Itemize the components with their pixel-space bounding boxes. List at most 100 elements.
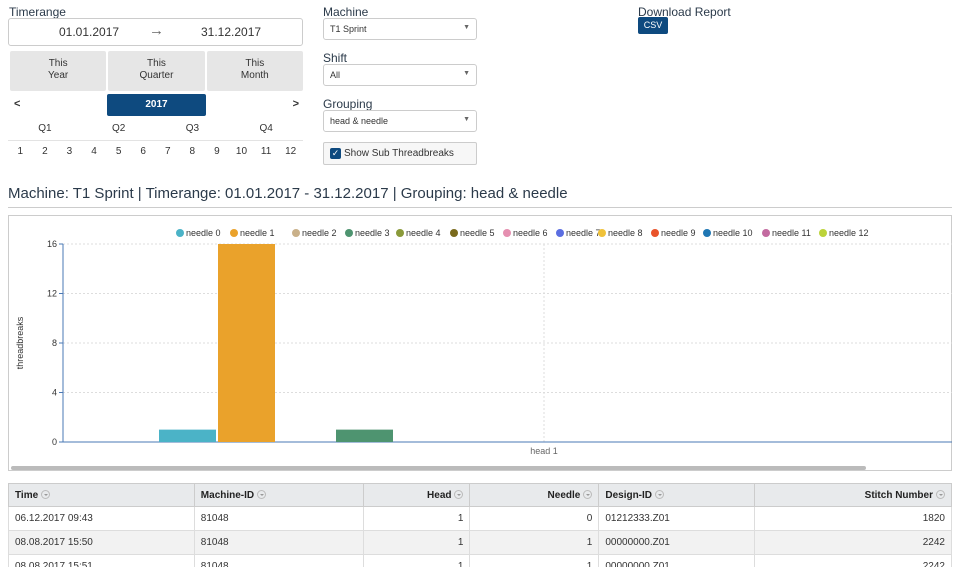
column-header-design-id[interactable]: Design-ID xyxy=(598,483,756,507)
month-1[interactable]: 1 xyxy=(8,142,33,162)
month-9[interactable]: 9 xyxy=(205,142,230,162)
table-row[interactable]: 06.12.2017 09:43 81048 1 0 01212333.Z01 … xyxy=(8,506,952,531)
bar-needle-1 xyxy=(218,244,275,442)
month-5[interactable]: 5 xyxy=(106,142,131,162)
column-header-stitch-number[interactable]: Stitch Number xyxy=(754,483,952,507)
month-7[interactable]: 7 xyxy=(155,142,180,162)
column-header-label: Head xyxy=(427,489,452,501)
cell-stitch-number: 2242 xyxy=(754,554,952,567)
button-label: This xyxy=(147,58,166,69)
machine-select[interactable]: T1 Sprint ▼ xyxy=(323,18,477,40)
quarter-q4[interactable]: Q4 xyxy=(229,119,303,139)
this-month-button[interactable]: This Month xyxy=(206,51,303,91)
shift-label: Shift xyxy=(323,51,348,65)
column-header-label: Time xyxy=(15,489,39,501)
table-header-row: Time Machine-ID Head Needle Design-ID St… xyxy=(8,483,952,507)
sort-icon[interactable] xyxy=(583,490,593,500)
quarter-q1[interactable]: Q1 xyxy=(8,119,82,139)
caret-down-icon: ▼ xyxy=(463,116,470,123)
show-sub-threadbreaks-toggle[interactable]: ✓ Show Sub Threadbreaks xyxy=(323,142,477,165)
table-row[interactable]: 08.08.2017 15:51 81048 1 1 00000000.Z01 … xyxy=(8,554,952,567)
column-header-machine-id[interactable]: Machine-ID xyxy=(193,483,364,507)
legend-label: needle 2 xyxy=(302,228,337,238)
legend-label: needle 10 xyxy=(713,228,753,238)
button-label: Quarter xyxy=(139,70,174,81)
cell-design-id: 00000000.Z01 xyxy=(598,530,756,555)
month-6[interactable]: 6 xyxy=(131,142,156,162)
legend-label: needle 4 xyxy=(406,228,441,238)
column-header-needle[interactable]: Needle xyxy=(469,483,600,507)
csv-download-button[interactable]: CSV xyxy=(638,17,668,34)
shift-value: All xyxy=(330,70,341,80)
this-year-button[interactable]: This Year xyxy=(10,51,107,91)
quarter-q3[interactable]: Q3 xyxy=(156,119,230,139)
legend-label: needle 0 xyxy=(186,228,221,238)
legend-marker xyxy=(651,229,659,237)
threadbreaks-table: Time Machine-ID Head Needle Design-ID St… xyxy=(8,483,952,567)
sort-icon[interactable] xyxy=(454,490,464,500)
y-tick-label: 4 xyxy=(52,388,57,398)
machine-value: T1 Sprint xyxy=(330,24,367,34)
chart-svg: 0 4 8 12 16 threadbreaks head 1 needle 0 needle … xyxy=(15,228,952,456)
cell-needle: 0 xyxy=(469,506,600,531)
year-navigator: < 2017 > xyxy=(8,94,303,116)
legend-marker xyxy=(762,229,770,237)
date-from[interactable]: 01.01.2017 xyxy=(59,25,119,39)
shift-select[interactable]: All ▼ xyxy=(323,64,477,86)
bar-needle-3 xyxy=(336,429,393,442)
grouping-value: head & needle xyxy=(330,116,389,126)
sort-icon[interactable] xyxy=(257,490,267,500)
month-2[interactable]: 2 xyxy=(33,142,58,162)
cell-time: 08.08.2017 15:51 xyxy=(8,554,195,567)
quarter-q2[interactable]: Q2 xyxy=(82,119,156,139)
x-tick-label: head 1 xyxy=(530,446,558,456)
divider xyxy=(8,140,303,141)
cell-needle: 1 xyxy=(469,554,600,567)
divider xyxy=(8,207,952,208)
cell-head: 1 xyxy=(362,530,471,555)
timerange-label: Timerange xyxy=(9,5,66,19)
legend-marker xyxy=(556,229,564,237)
bar-needle-0 xyxy=(159,429,216,442)
grouping-select[interactable]: head & needle ▼ xyxy=(323,110,477,132)
month-3[interactable]: 3 xyxy=(57,142,82,162)
cell-machine-id: 81048 xyxy=(193,530,364,555)
month-4[interactable]: 4 xyxy=(82,142,107,162)
sort-icon[interactable] xyxy=(655,490,665,500)
button-label: This xyxy=(245,58,265,69)
y-tick-label: 12 xyxy=(47,289,57,299)
cell-stitch-number: 1820 xyxy=(754,506,952,531)
column-header-head[interactable]: Head xyxy=(362,483,471,507)
arrow-right-icon: → xyxy=(149,22,164,39)
selected-year[interactable]: 2017 xyxy=(107,94,206,116)
sort-icon[interactable] xyxy=(936,490,945,500)
month-10[interactable]: 10 xyxy=(229,142,254,162)
legend-marker xyxy=(292,229,300,237)
legend-label: needle 8 xyxy=(608,228,643,238)
cell-machine-id: 81048 xyxy=(193,554,364,567)
table-row[interactable]: 08.08.2017 15:50 81048 1 1 00000000.Z01 … xyxy=(8,530,952,555)
month-8[interactable]: 8 xyxy=(180,142,205,162)
date-range-input[interactable]: 01.01.2017 → 31.12.2017 xyxy=(8,18,303,46)
legend-marker xyxy=(598,229,606,237)
y-axis-label: threadbreaks xyxy=(15,316,25,369)
month-11[interactable]: 11 xyxy=(254,142,279,162)
next-year-button[interactable]: > xyxy=(293,98,299,110)
legend-marker xyxy=(450,229,458,237)
month-12[interactable]: 12 xyxy=(278,142,303,162)
legend-marker xyxy=(176,229,184,237)
prev-year-button[interactable]: < xyxy=(14,98,20,110)
date-to[interactable]: 31.12.2017 xyxy=(201,25,261,39)
cell-stitch-number: 2242 xyxy=(754,530,952,555)
sort-icon[interactable] xyxy=(41,490,51,500)
caret-down-icon: ▼ xyxy=(463,70,470,77)
cell-time: 06.12.2017 09:43 xyxy=(8,506,195,531)
this-quarter-button[interactable]: This Quarter xyxy=(108,51,205,91)
chart-scrollbar[interactable] xyxy=(11,466,866,470)
quarter-selector: Q1 Q2 Q3 Q4 xyxy=(8,119,303,139)
legend-marker xyxy=(819,229,827,237)
show-sub-threadbreaks-label: Show Sub Threadbreaks xyxy=(344,148,454,159)
column-header-time[interactable]: Time xyxy=(8,483,195,507)
cell-machine-id: 81048 xyxy=(193,506,364,531)
checkbox-checked-icon[interactable]: ✓ xyxy=(330,148,341,159)
